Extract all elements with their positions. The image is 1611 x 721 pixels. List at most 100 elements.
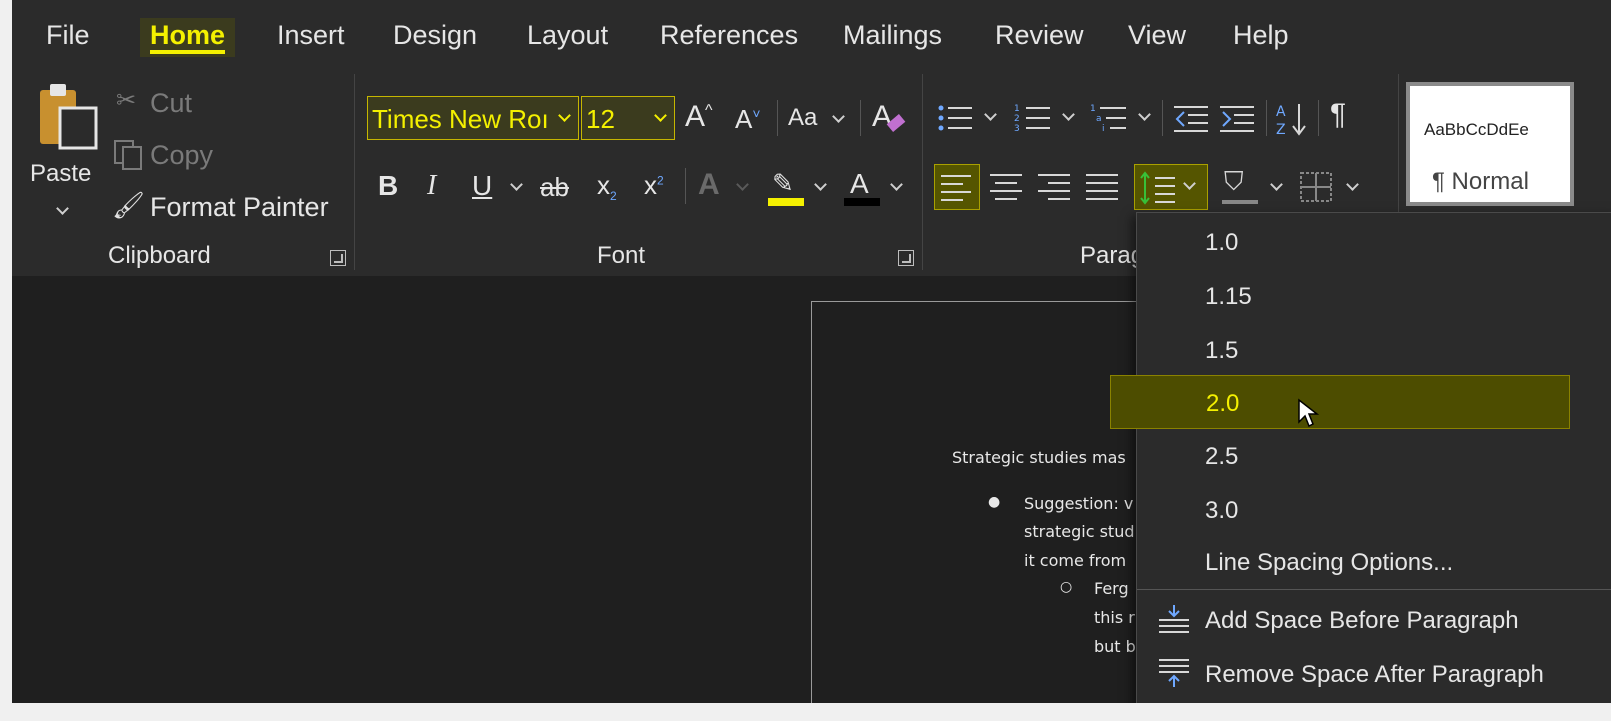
style-preview-text: AaBbCcDdEe [1424,120,1529,139]
align-left-button[interactable] [934,164,980,210]
scissors-icon: ✂ [116,87,137,114]
superscript-button[interactable]: x2 [644,170,664,201]
tab-design[interactable]: Design [393,20,477,51]
style-name-label: ¶ Normal [1432,168,1529,195]
align-right-button[interactable] [1032,164,1078,210]
subscript-button[interactable]: x2 [597,170,617,203]
line-spacing-option-1-5[interactable]: 1.5 [1137,323,1611,377]
svg-text:a: a [1096,114,1102,124]
clear-formatting-button[interactable]: A [870,98,910,138]
tab-review[interactable]: Review [995,20,1084,51]
text-effects-chevron-down-icon[interactable] [736,178,749,191]
tab-references[interactable]: References [660,20,798,51]
remove-space-after-item[interactable]: Remove Space After Paragraph [1137,647,1611,701]
svg-text:i: i [1102,124,1105,134]
bullets-button[interactable] [936,102,1002,136]
font-color-button[interactable]: A [842,168,912,210]
paste-label: Paste [30,160,92,187]
bold-button[interactable]: B [378,170,398,202]
line-spacing-option-1-0[interactable]: 1.0 [1137,215,1611,269]
clipboard-launcher-icon[interactable] [330,250,346,266]
subscript-letter: x [597,170,610,200]
font-group-label: Font [597,242,646,269]
font-color-swatch [844,198,880,206]
tab-insert[interactable]: Insert [277,20,345,51]
tab-file[interactable]: File [46,20,90,51]
document-line: Strategic studies mas [952,448,1126,467]
multilevel-list-button[interactable]: 1 a i [1090,102,1156,136]
tab-view[interactable]: View [1128,20,1186,51]
font-divider [685,168,686,204]
numbering-button[interactable]: 1 2 3 [1014,102,1080,136]
svg-text:A: A [1276,104,1286,120]
borders-button[interactable] [1296,164,1366,210]
line-spacing-option-3-0[interactable]: 3.0 [1137,483,1611,537]
option-label: 1.0 [1205,229,1239,256]
copy-button[interactable]: Copy [112,138,232,178]
paragraph-divider [1162,100,1163,136]
style-normal-card[interactable]: AaBbCcDdEe ¶ Normal [1406,82,1574,206]
font-name-combobox[interactable]: Times New Roı [367,96,579,140]
underline-chevron-down-icon[interactable] [510,178,523,191]
paragraph-divider [1318,100,1319,136]
paste-chevron-down-icon[interactable] [56,202,69,215]
justify-button[interactable] [1080,164,1126,210]
bullet-marker: ● [988,494,1001,510]
highlight-color-button[interactable]: ✎ [766,168,836,210]
font-divider [777,100,778,136]
document-bullet-line: strategic stud [1024,522,1135,541]
word-app: File Home Insert Design Layout Reference… [12,0,1611,703]
line-spacing-options-item[interactable]: Line Spacing Options... [1137,535,1611,589]
multilevel-chevron-down-icon [1138,108,1151,121]
sub-bullet-marker: ○ [1060,579,1073,595]
shading-swatch [1222,200,1258,204]
line-spacing-option-1-15[interactable]: 1.15 [1137,269,1611,323]
window-edge-bottom [0,703,1611,721]
multilevel-list-icon: 1 a i [1090,104,1126,134]
tab-layout[interactable]: Layout [527,20,608,51]
font-launcher-icon[interactable] [898,250,914,266]
underline-button[interactable]: U [472,170,492,202]
font-color-letter: A [850,168,869,199]
clipboard-group-label: Clipboard [108,242,211,269]
line-spacing-button[interactable] [1134,164,1208,210]
paint-bucket-icon: ⛉ [1224,166,1244,196]
font-size-combobox[interactable]: 12 [581,96,675,140]
paste-button[interactable]: Paste [28,80,112,220]
shading-button[interactable]: ⛉ [1220,164,1290,210]
add-space-before-item[interactable]: Add Space Before Paragraph [1137,593,1611,647]
grow-font-icon[interactable]: A^ [685,100,713,134]
show-formatting-marks-icon[interactable]: ¶ [1330,98,1346,132]
document-sub-bullet-line: this r [1094,608,1135,627]
add-space-before-icon [1159,605,1189,633]
ribbon-tab-bar: File Home Insert Design Layout Reference… [12,0,1611,74]
format-painter-button[interactable]: 🖌 Format Painter [112,190,342,230]
tab-home[interactable]: Home [140,18,236,57]
group-divider [922,74,923,270]
italic-button[interactable]: I [427,170,436,202]
cut-button[interactable]: ✂ Cut [116,86,216,122]
font-size-chevron-down-icon[interactable] [654,109,667,122]
font-name-chevron-down-icon[interactable] [558,109,571,122]
change-case-button[interactable]: Aa [788,100,848,136]
strikethrough-button[interactable]: ab [540,172,569,203]
line-spacing-option-2-5[interactable]: 2.5 [1137,429,1611,483]
tab-help[interactable]: Help [1233,20,1289,51]
copy-icon [114,140,142,170]
document-sub-bullet-line: but b [1094,637,1136,656]
shrink-font-icon[interactable]: A˅ [735,104,761,135]
tab-mailings[interactable]: Mailings [843,20,942,51]
svg-text:1: 1 [1090,104,1096,114]
increase-indent-icon[interactable] [1220,104,1256,134]
clear-formatting-icon: A [872,100,893,133]
active-tab-underline [150,50,226,54]
highlight-color-swatch [768,198,804,206]
clipboard-paste-icon [40,84,98,150]
text-effects-icon[interactable]: A [698,168,720,202]
align-center-button[interactable] [984,164,1030,210]
sort-icon[interactable]: A Z [1276,100,1312,138]
superscript-letter: x [644,170,657,200]
line-spacing-option-2-0[interactable]: 2.0 [1110,375,1570,429]
option-label: 3.0 [1205,497,1239,524]
decrease-indent-icon[interactable] [1174,104,1210,134]
